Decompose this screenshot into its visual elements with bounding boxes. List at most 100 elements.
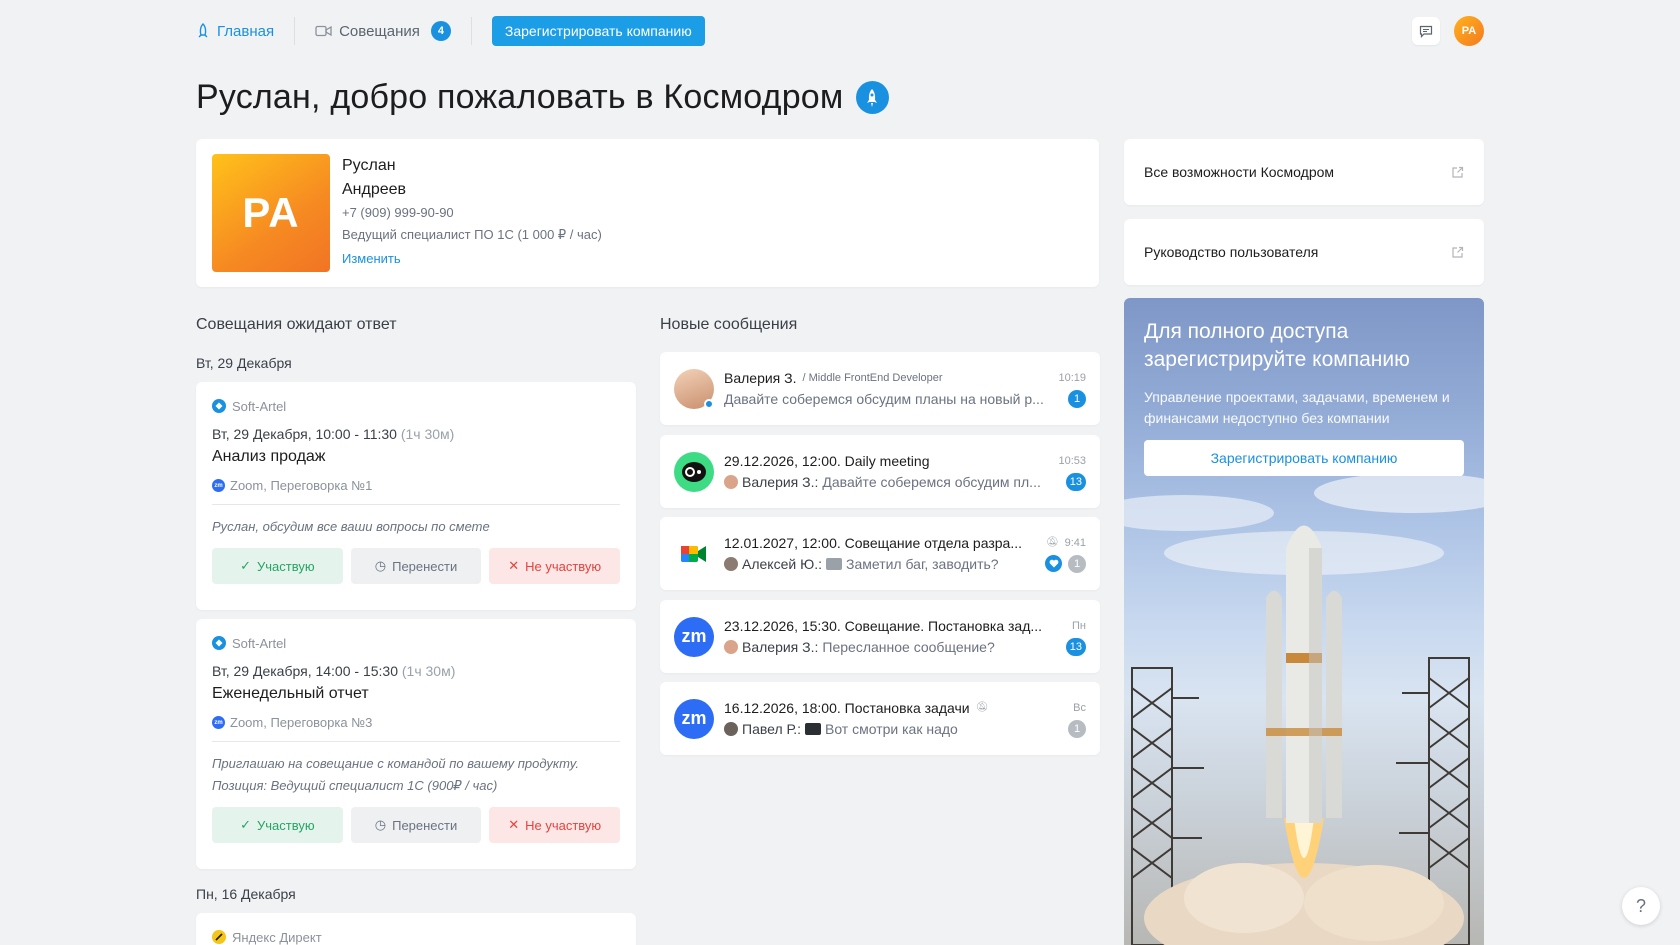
message-title-text: 29.12.2026, 12:00. Daily meeting xyxy=(724,452,930,469)
message-title-text: 23.12.2026, 15:30. Совещание. Постановка… xyxy=(724,617,1043,634)
profile-last-name: Андреев xyxy=(342,181,407,198)
unread-count-badge: 13 xyxy=(1065,637,1086,656)
meeting-duration: (1ч 30м) xyxy=(400,426,455,442)
promo-register-button[interactable]: Зарегистрировать компанию xyxy=(1144,440,1464,476)
message-title: 23.12.2026, 15:30. Совещание. Постановка… xyxy=(724,618,1042,634)
message-title: 12.01.2027, 12:00. Совещание отдела разр… xyxy=(724,535,1022,551)
message-item[interactable]: 29.12.2026, 12:00. Daily meeting 10:53 В… xyxy=(660,435,1100,508)
message-preview-text: Давайте соберемся обсудим пл... xyxy=(822,473,1041,490)
rocket-icon xyxy=(198,23,208,38)
image-thumbnail-icon xyxy=(826,557,842,570)
message-body: 16.12.2026, 18:00. Постановка задачи 🔕︎ … xyxy=(724,700,1086,738)
all-features-label: Все возможности Космодром xyxy=(1144,164,1335,180)
accept-button[interactable]: ✓ Участвую xyxy=(212,807,343,843)
message-item[interactable]: Валерия З. / Middle FrontEnd Developer 1… xyxy=(660,352,1100,425)
reschedule-button[interactable]: ◷ Перенести xyxy=(350,548,482,584)
nav-meetings-label: Совещания xyxy=(339,22,420,40)
promo-title: Для полного доступа зарегистрируйте комп… xyxy=(1144,320,1410,371)
accept-label: Участвую xyxy=(256,558,315,574)
user-avatar[interactable]: PA xyxy=(1454,16,1484,46)
nav-meetings[interactable]: Совещания 4 xyxy=(315,16,451,46)
meeting-actions: ✓ Участвую ◷ Перенести ✕ Не участвую xyxy=(212,548,621,584)
register-company-button[interactable]: Зарегистрировать компанию xyxy=(491,16,705,46)
meeting-time-range: Вт, 29 Декабря, 14:00 - 15:30 xyxy=(212,663,398,679)
message-preview: Давайте соберемся обсудим планы на новый… xyxy=(724,390,1044,407)
chat-icon xyxy=(1419,25,1433,38)
message-time: 10:19 xyxy=(1058,371,1086,384)
zoom-icon: zm xyxy=(674,698,714,739)
meeting-place-text: Zoom, Переговорка №3 xyxy=(230,715,373,730)
help-button[interactable]: ? xyxy=(1622,887,1660,925)
message-body: 23.12.2026, 15:30. Совещание. Постановка… xyxy=(724,618,1086,656)
accept-button[interactable]: ✓ Участвую xyxy=(212,548,343,584)
sender-avatar xyxy=(724,639,738,654)
meeting-org: Soft-Artel xyxy=(212,633,620,653)
message-title-text: Валерия З. xyxy=(724,369,797,386)
video-camera-icon xyxy=(315,25,332,37)
sender-avatar xyxy=(724,721,738,736)
meeting-org: Яндекс Директ xyxy=(212,927,620,945)
date-label: Пн, 16 Декабря xyxy=(196,886,296,902)
message-preview: Павел Р.: Вот смотри как надо xyxy=(724,721,958,737)
meeting-org-name: Яндекс Директ xyxy=(232,929,322,945)
message-preview: Валерия З.: Давайте соберемся обсудим пл… xyxy=(724,474,1041,490)
profile-card: PA Руслан Андреев +7 (909) 999-90-90 Вед… xyxy=(196,139,1099,287)
close-icon: ✕ xyxy=(508,817,520,832)
decline-button[interactable]: ✕ Не участвую xyxy=(489,807,621,843)
message-item[interactable]: zm 16.12.2026, 18:00. Постановка задачи … xyxy=(660,682,1100,755)
meeting-card[interactable]: Яндекс Директ xyxy=(196,913,636,945)
chat-button[interactable] xyxy=(1412,17,1440,45)
message-item[interactable]: 12.01.2027, 12:00. Совещание отдела разр… xyxy=(660,517,1100,590)
profile-edit-link[interactable]: Изменить xyxy=(342,246,602,272)
message-time: 10:53 xyxy=(1058,454,1086,467)
image-thumbnail-icon xyxy=(804,722,821,735)
meeting-time: Вт, 29 Декабря, 10:00 - 11:30 (1ч 30м) xyxy=(212,426,620,442)
check-icon: ✓ xyxy=(240,817,251,832)
meeting-card[interactable]: Soft-Artel Вт, 29 Декабря, 10:00 - 11:30… xyxy=(196,382,636,610)
reschedule-button[interactable]: ◷ Перенести xyxy=(350,807,482,843)
unread-count-badge: 1 xyxy=(1068,389,1086,408)
google-meet-icon xyxy=(674,534,714,574)
all-features-link[interactable]: Все возможности Космодром xyxy=(1124,139,1484,205)
company-logo-icon xyxy=(212,399,226,413)
page-title: Руслан, добро пожаловать в Космодром xyxy=(196,78,889,117)
message-time: 🔕︎ 9:41 xyxy=(1046,537,1086,549)
message-body: 29.12.2026, 12:00. Daily meeting 10:53 В… xyxy=(724,453,1086,491)
reschedule-label: Перенести xyxy=(392,817,458,833)
nav-home-label: Главная xyxy=(217,22,275,40)
message-preview-text: Пересланное сообщение? xyxy=(822,638,995,655)
message-time-text: 9:41 xyxy=(1064,536,1086,549)
unread-count-badge: 13 xyxy=(1065,472,1086,491)
promo-subtitle: Управление проектами, задачами, временем… xyxy=(1144,389,1450,426)
meeting-card[interactable]: Soft-Artel Вт, 29 Декабря, 14:00 - 15:30… xyxy=(196,619,636,869)
meeting-place-text: Zoom, Переговорка №1 xyxy=(230,478,373,493)
message-title: 16.12.2026, 18:00. Постановка задачи 🔕︎ xyxy=(724,700,988,716)
avatar xyxy=(674,368,714,409)
message-preview: Валерия З.: Пересланное сообщение? xyxy=(724,639,995,655)
meeting-place: zm Zoom, Переговорка №1 xyxy=(212,478,620,505)
message-item[interactable]: zm 23.12.2026, 15:30. Совещание. Постано… xyxy=(660,600,1100,673)
message-sender: Алексей Ю.: xyxy=(742,555,822,572)
welcome-text: Руслан, добро пожаловать в Космодром xyxy=(196,78,844,116)
divider xyxy=(294,17,296,45)
meeting-org-name: Soft-Artel xyxy=(232,398,287,414)
user-guide-label: Руководство пользователя xyxy=(1144,244,1319,260)
nav-home[interactable]: Главная xyxy=(196,16,274,46)
reschedule-label: Перенести xyxy=(392,558,458,574)
decline-button[interactable]: ✕ Не участвую xyxy=(489,548,621,584)
chat-logo-icon xyxy=(674,451,714,492)
user-guide-link[interactable]: Руководство пользователя xyxy=(1124,219,1484,285)
decline-label: Не участвую xyxy=(525,817,602,833)
message-sender: Павел Р.: xyxy=(742,720,801,737)
meeting-duration: (1ч 30м) xyxy=(401,663,456,679)
register-promo-banner: Для полного доступа зарегистрируйте комп… xyxy=(1124,298,1484,945)
meeting-org: Soft-Artel xyxy=(212,396,620,416)
unread-count-badge: 1 xyxy=(1068,554,1086,573)
clock-icon: ◷ xyxy=(374,558,387,573)
profile-avatar: PA xyxy=(212,154,330,272)
muted-icon: 🔕︎ xyxy=(1045,537,1059,548)
meeting-actions: ✓ Участвую ◷ Перенести ✕ Не участвую xyxy=(212,807,621,843)
online-indicator xyxy=(704,398,714,409)
message-preview-text: Заметил баг, заводить? xyxy=(846,555,999,572)
meeting-place: zm Zoom, Переговорка №3 xyxy=(212,715,620,742)
